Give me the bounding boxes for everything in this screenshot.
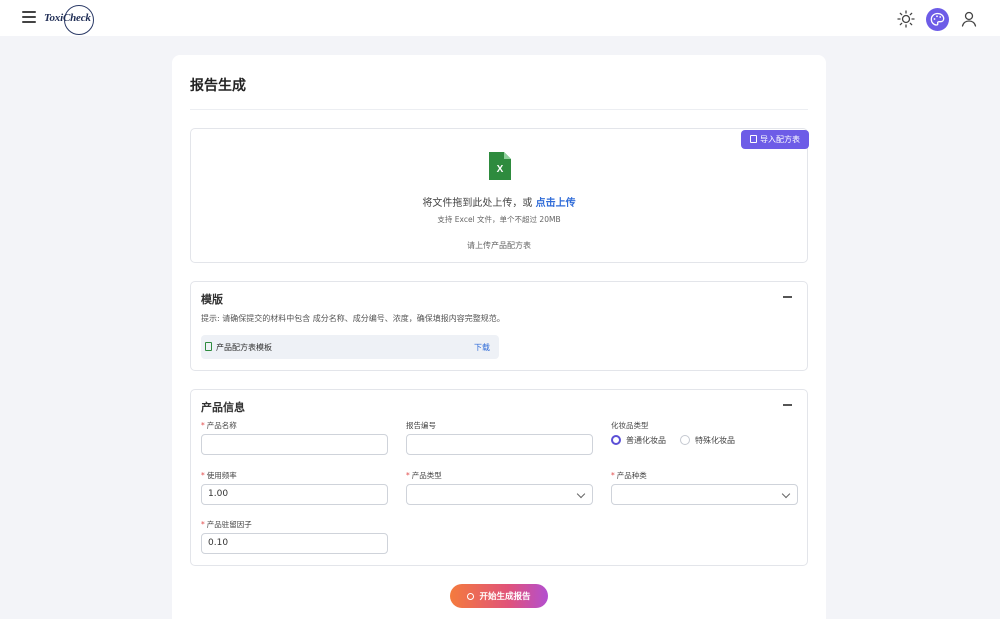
radio-special-cosmetic[interactable]: 特殊化妆品	[680, 435, 735, 446]
product-type-label: * 产品类型	[406, 471, 442, 480]
chevron-down-icon	[781, 489, 791, 499]
template-tip: 提示: 请确保提交的材料中包含 成分名称、成分编号、浓度，确保填报内容完整规范。	[201, 314, 505, 323]
radio-dot-unchecked	[680, 435, 690, 445]
collapse-template-icon[interactable]	[783, 296, 792, 298]
retention-label-text: 产品驻留因子	[206, 520, 252, 529]
usage-freq-label: * 使用频率	[201, 471, 237, 480]
usage-freq-label-text: 使用频率	[206, 471, 237, 480]
usage-freq-input[interactable]: 1.00	[201, 484, 388, 505]
hamburger-menu-icon[interactable]	[22, 11, 36, 23]
product-type-label-text: 产品类型	[411, 471, 442, 480]
upload-dropzone[interactable]: 导入配方表 X 将文件拖到此处上传，或 点击上传 支持 Excel 文件，单个不…	[190, 128, 809, 263]
product-type-select[interactable]	[406, 484, 593, 505]
product-kind-label-text: 产品种类	[616, 471, 647, 480]
report-no-label: 报告编号	[406, 421, 436, 430]
divider	[190, 109, 808, 110]
product-info-title: 产品信息	[201, 401, 245, 414]
page-title: 报告生成	[190, 78, 246, 94]
import-formula-button[interactable]: 导入配方表	[741, 130, 809, 149]
drop-text: 将文件拖到此处上传，或	[422, 198, 533, 209]
palette-icon[interactable]	[926, 8, 949, 31]
import-formula-label: 导入配方表	[760, 135, 800, 144]
product-name-label: * 产品名称	[201, 421, 237, 430]
product-name-label-text: 产品名称	[206, 421, 237, 430]
generate-report-button[interactable]: 开始生成报告	[450, 584, 548, 608]
template-panel-title: 模版	[201, 293, 223, 306]
svg-text:X: X	[497, 164, 504, 175]
report-card: 报告生成 导入配方表 X 将文件拖到此处上传，或 点击上传 支持 Excel 文…	[172, 55, 826, 619]
click-upload-link[interactable]: 点击上传	[536, 198, 576, 209]
product-kind-select[interactable]	[611, 484, 798, 505]
product-info-panel: 产品信息 * 产品名称 报告编号 化妆品类型 普通化妆品 特殊化妆品 * 使用频率 …	[190, 389, 808, 566]
target-icon	[467, 593, 475, 600]
drop-instruction: 将文件拖到此处上传，或 点击上传	[191, 194, 807, 209]
retention-label: * 产品驻留因子	[201, 520, 252, 529]
cosmetic-type-label: 化妆品类型	[611, 421, 649, 430]
product-name-input[interactable]	[201, 434, 388, 455]
template-file-row: 产品配方表模板 下载	[201, 335, 499, 359]
template-file-name: 产品配方表模板	[216, 343, 272, 352]
radio-special-label: 特殊化妆品	[695, 436, 735, 445]
radio-dot-checked	[611, 435, 621, 445]
collapse-product-icon[interactable]	[783, 404, 792, 406]
template-panel: 模版 提示: 请确保提交的材料中包含 成分名称、成分编号、浓度，确保填报内容完整…	[190, 281, 808, 371]
download-link[interactable]: 下载	[474, 342, 490, 353]
upload-hint: 支持 Excel 文件，单个不超过 20MB	[437, 215, 561, 224]
chevron-down-icon	[576, 489, 586, 499]
import-icon	[750, 135, 757, 143]
radio-normal-cosmetic[interactable]: 普通化妆品	[611, 435, 666, 446]
sun-icon[interactable]	[895, 8, 917, 30]
user-icon[interactable]	[958, 8, 980, 30]
radio-normal-label: 普通化妆品	[626, 436, 666, 445]
excel-small-icon	[205, 342, 212, 351]
excel-file-icon: X	[489, 152, 511, 180]
retention-input[interactable]: 0.10	[201, 533, 388, 554]
report-no-input[interactable]	[406, 434, 593, 455]
app-logo-text: ToxiCheck	[44, 12, 91, 24]
generate-report-label: 开始生成报告	[479, 591, 531, 601]
upload-message: 请上传产品配方表	[467, 241, 531, 250]
top-bar: ToxiCheck	[0, 0, 1000, 36]
product-kind-label: * 产品种类	[611, 471, 647, 480]
app-logo[interactable]: ToxiCheck	[44, 4, 100, 35]
